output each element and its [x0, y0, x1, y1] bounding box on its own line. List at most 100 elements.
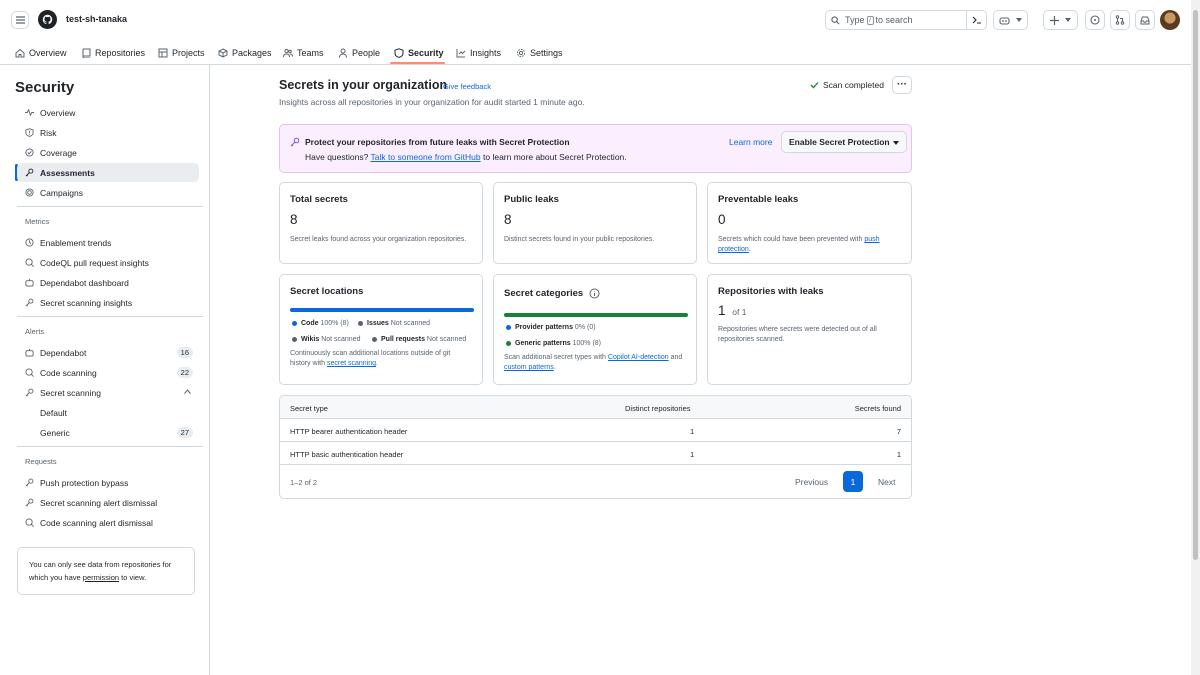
chevron-up-icon[interactable]	[184, 389, 191, 394]
banner-subtitle: Have questions? Talk to someone from Git…	[305, 152, 627, 162]
card-description: Repositories where secrets were detected…	[718, 326, 877, 343]
sidebar-item-overview[interactable]: Overview	[17, 103, 199, 122]
note-suffix: to view.	[121, 573, 147, 582]
repo-icon	[82, 48, 91, 58]
current-page-button[interactable]: 1	[843, 471, 863, 492]
sidebar-item-assessments[interactable]: Assessments	[17, 163, 199, 182]
locations-progress-bar	[290, 308, 474, 312]
sidebar-item-label: Secret scanning	[40, 387, 101, 398]
alert-count-badge: 16	[176, 347, 193, 358]
secret-type-cell: HTTP bearer authentication header	[290, 427, 408, 436]
give-feedback-link[interactable]: Give feedback	[443, 82, 491, 91]
sidebar-section-metrics: Metrics	[25, 217, 50, 226]
permission-link[interactable]: permission	[83, 573, 119, 582]
kebab-icon: ···	[897, 79, 907, 90]
column-header-secrets-found[interactable]: Secrets found	[855, 404, 901, 413]
sidebar-item-push-protection-bypass[interactable]: Push protection bypass	[17, 473, 199, 492]
user-avatar[interactable]	[1160, 10, 1180, 30]
github-logo[interactable]	[38, 10, 57, 29]
column-header-secret-type[interactable]: Secret type	[290, 404, 328, 413]
key-icon	[25, 298, 34, 307]
pull-requests-button[interactable]	[1110, 10, 1130, 30]
tab-label: People	[352, 47, 381, 58]
tab-overview[interactable]: Overview	[15, 44, 67, 61]
legend-value: Not scanned	[321, 336, 361, 343]
search-input[interactable]: Type / to search	[825, 10, 987, 30]
alert-count-badge: 22	[176, 367, 193, 378]
top-header: test-sh-tanaka Type / to search	[0, 0, 1200, 40]
custom-patterns-link[interactable]: custom patterns	[504, 364, 554, 371]
tab-teams[interactable]: Teams	[283, 44, 324, 61]
learn-more-link[interactable]: Learn more	[729, 137, 772, 147]
sidebar-item-secret-scanning[interactable]: Secret scanning	[17, 383, 199, 402]
sidebar-item-default[interactable]: Default	[17, 403, 199, 422]
secret-scanning-link[interactable]: secret scanning	[327, 360, 376, 367]
sidebar-item-risk[interactable]: Risk	[17, 123, 199, 142]
sidebar-item-secret-scanning-insights[interactable]: Secret scanning insights	[17, 293, 199, 312]
info-icon[interactable]	[589, 288, 600, 299]
plus-icon	[1050, 15, 1059, 25]
sidebar-item-generic[interactable]: Generic 27	[17, 423, 199, 442]
sidebar-item-code-alert-dismissal[interactable]: Code scanning alert dismissal	[17, 513, 199, 532]
chevron-down-icon	[1065, 18, 1071, 22]
tab-label: Packages	[232, 47, 272, 58]
banner-sub-suffix: to learn more about Secret Protection.	[483, 152, 627, 162]
table-row[interactable]: HTTP basic authentication header 1 1	[280, 442, 911, 465]
tab-people[interactable]: People	[338, 44, 380, 61]
desc-prefix: Secrets which could have been prevented …	[718, 236, 863, 243]
sidebar-item-code-scanning[interactable]: Code scanning 22	[17, 363, 199, 382]
desc-suffix: .	[748, 246, 751, 253]
banner-title: Protect your repositories from future le…	[305, 137, 570, 147]
sidebar-item-dependabot[interactable]: Dependabot 16	[17, 343, 199, 362]
legend-label: Generic patterns	[515, 340, 571, 347]
legend-issues: Issues Not scanned	[358, 320, 430, 327]
sidebar-item-dependabot-dashboard[interactable]: Dependabot dashboard	[17, 273, 199, 292]
issues-button[interactable]	[1085, 10, 1105, 30]
inbox-icon	[1140, 16, 1150, 25]
sidebar-item-secret-alert-dismissal[interactable]: Secret scanning alert dismissal	[17, 493, 199, 512]
legend-value: 100% (8)	[572, 340, 601, 347]
tab-repositories[interactable]: Repositories	[81, 44, 145, 61]
inbox-button[interactable]	[1135, 10, 1155, 30]
tab-projects[interactable]: Projects	[158, 44, 205, 61]
table-icon	[158, 48, 168, 57]
org-name[interactable]: test-sh-tanaka	[66, 14, 127, 24]
package-icon	[218, 47, 228, 58]
enable-secret-protection-button[interactable]: Enable Secret Protection	[781, 131, 907, 153]
tab-insights[interactable]: Insights	[456, 44, 501, 61]
copilot-button[interactable]	[993, 10, 1028, 30]
talk-to-github-link[interactable]: Talk to someone from GitHub	[371, 152, 481, 162]
card-title: Public leaks	[504, 194, 559, 205]
copilot-ai-detection-link[interactable]: Copilot AI-detection	[608, 354, 669, 361]
sidebar-item-label: Overview	[40, 107, 76, 118]
sidebar-item-label: Coverage	[40, 147, 77, 158]
tab-label: Security	[408, 47, 444, 58]
banner-sub-prefix: Have questions?	[305, 152, 369, 162]
sidebar-item-label: Campaigns	[40, 187, 83, 198]
sidebar-item-codeql-insights[interactable]: CodeQL pull request insights	[17, 253, 199, 272]
page-scrollbar[interactable]	[1191, 0, 1200, 675]
sidebar-item-campaigns[interactable]: Campaigns	[17, 183, 199, 202]
scan-status-label: Scan completed	[823, 80, 884, 90]
command-palette-button[interactable]	[966, 10, 986, 30]
previous-page-button[interactable]: Previous	[795, 477, 828, 487]
issues-icon	[1090, 15, 1100, 25]
more-options-button[interactable]: ···	[892, 76, 912, 94]
create-new-button[interactable]	[1043, 10, 1078, 30]
tab-packages[interactable]: Packages	[218, 44, 272, 61]
table-row[interactable]: HTTP bearer authentication header 1 7	[280, 419, 911, 442]
tab-security[interactable]: Security	[394, 44, 444, 61]
sidebar-item-coverage[interactable]: Coverage	[17, 143, 199, 162]
column-header-distinct-repos[interactable]: Distinct repositories	[625, 404, 690, 413]
tab-settings[interactable]: Settings	[516, 44, 563, 61]
scrollbar-thumb[interactable]	[1193, 10, 1198, 560]
legend-generic-patterns: Generic patterns 100% (8)	[506, 340, 601, 347]
result-range: 1–2 of 2	[290, 478, 318, 487]
hamburger-menu-button[interactable]	[11, 11, 29, 29]
legend-dot	[292, 320, 297, 326]
sidebar-item-enablement-trends[interactable]: Enablement trends	[17, 233, 199, 252]
next-page-button[interactable]: Next	[878, 477, 895, 487]
sidebar-item-label: Code scanning	[40, 367, 97, 378]
tab-label: Projects	[172, 47, 205, 58]
card-value: 8	[290, 212, 298, 227]
